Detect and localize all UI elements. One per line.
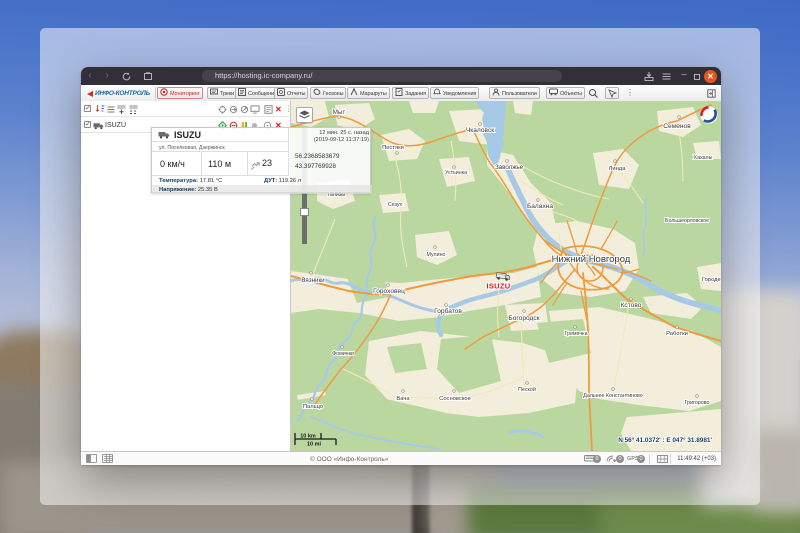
svg-text:Пестяки: Пестяки xyxy=(382,145,404,151)
svg-text:Гороховец: Гороховец xyxy=(373,288,405,295)
svg-text:Балахна: Балахна xyxy=(527,203,553,210)
svg-text:Кстово: Кстово xyxy=(621,302,642,309)
svg-text:Заволжье: Заволжье xyxy=(495,164,524,171)
svg-text:Мыт: Мыт xyxy=(333,109,346,116)
svg-text:Пеской: Пеской xyxy=(518,386,536,393)
svg-text:Нижний Новгород: Нижний Новгород xyxy=(552,254,631,265)
svg-text:Хахалы: Хахалы xyxy=(694,155,713,161)
svg-text:Мулино: Мулино xyxy=(427,252,446,258)
svg-text:Городец: Городец xyxy=(702,277,721,283)
svg-text:Сезух: Сезух xyxy=(388,202,403,208)
svg-text:Линда: Линда xyxy=(609,166,627,172)
svg-text:Вача: Вача xyxy=(396,396,410,402)
svg-text:10 km: 10 km xyxy=(300,434,316,440)
svg-text:Григорово: Григорово xyxy=(685,400,710,406)
svg-text:Вязники: Вязники xyxy=(301,277,325,284)
svg-text:Пальцо: Пальцо xyxy=(303,404,323,410)
svg-text:Чкаловск: Чкаловск xyxy=(466,127,494,134)
svg-text:ISUZU: ISUZU xyxy=(487,282,511,291)
svg-text:N 56° 41.0372' : E 047° 31.898: N 56° 41.0372' : E 047° 31.8981' xyxy=(618,436,712,444)
svg-text:Гремячка: Гремячка xyxy=(564,331,587,337)
svg-text:Устьинка: Устьинка xyxy=(445,170,467,176)
svg-text:Работки: Работки xyxy=(666,331,688,337)
svg-text:Сосновское: Сосновское xyxy=(439,396,471,402)
svg-text:10 mi: 10 mi xyxy=(307,442,322,448)
svg-text:Семенов: Семенов xyxy=(663,123,691,130)
svg-text:Богородск: Богородск xyxy=(508,315,539,322)
svg-text:Горбатов: Горбатов xyxy=(434,307,462,315)
svg-text:Фоминки: Фоминки xyxy=(332,351,354,357)
svg-text:Дальнее Константиново: Дальнее Константиново xyxy=(583,393,643,399)
svg-text:Большеорловское: Большеорловское xyxy=(665,218,709,224)
